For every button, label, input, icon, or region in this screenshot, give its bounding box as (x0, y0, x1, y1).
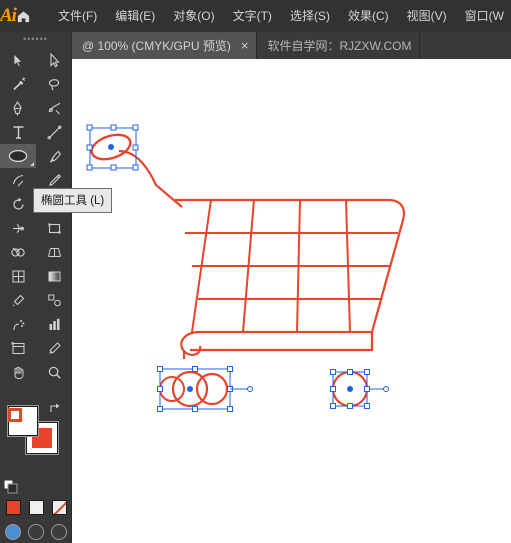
stroke-color[interactable] (8, 408, 22, 422)
shopping-cart-artwork (86, 124, 405, 412)
tab-secondary-document[interactable]: 软件自学网：RJZXW.COM (257, 32, 421, 59)
menu-item-object[interactable]: 对象(O) (164, 0, 223, 32)
document-tab-bar: @ 100% (CMYK/GPU 预览) × 软件自学网：RJZXW.COM (0, 32, 511, 59)
shape-builder-tool[interactable] (0, 240, 36, 264)
rotate-tool[interactable] (0, 192, 36, 216)
free-transform-tool[interactable] (36, 216, 72, 240)
menu-item-window[interactable]: 窗口(W (456, 0, 511, 32)
type-tool[interactable] (0, 120, 36, 144)
paintbrush-tool[interactable] (36, 144, 72, 168)
blend-tool[interactable] (36, 288, 72, 312)
selection-tool[interactable] (0, 48, 36, 72)
menu-item-effect[interactable]: 效果(C) (339, 0, 398, 32)
hand-tool[interactable] (0, 360, 36, 384)
tool-grid (0, 46, 71, 384)
gradient-tool[interactable] (36, 264, 72, 288)
color-controls (0, 400, 72, 500)
tool-tooltip: 椭圆工具 (L) (33, 188, 113, 213)
tools-panel: •••••• (0, 32, 72, 543)
menu-item-select[interactable]: 选择(S) (281, 0, 339, 32)
magic-wand-tool[interactable] (0, 72, 36, 96)
artboard-tool[interactable] (0, 336, 36, 360)
illustrator-window: Ai 文件(F) 编辑(E) 对象(O) 文字(T) 选择(S) 效果(C) 视… (0, 0, 511, 543)
artboard-canvas[interactable] (72, 59, 511, 543)
selected-wheels (157, 366, 389, 412)
lasso-tool[interactable] (36, 72, 72, 96)
color-mode-gradient[interactable] (28, 499, 44, 515)
app-logo: Ai (0, 0, 17, 32)
selected-ellipse-path (86, 124, 139, 171)
mesh-tool[interactable] (0, 264, 36, 288)
color-mode-solid[interactable] (5, 499, 21, 515)
zoom-tool[interactable] (36, 360, 72, 384)
direct-selection-tool[interactable] (36, 48, 72, 72)
width-tool[interactable] (0, 216, 36, 240)
column-graph-tool[interactable] (36, 312, 72, 336)
draw-normal-icon[interactable] (5, 524, 21, 540)
draw-inside-icon[interactable] (51, 524, 67, 540)
swap-fill-stroke-icon[interactable] (49, 402, 62, 418)
line-segment-tool[interactable] (36, 120, 72, 144)
menu-bar: Ai 文件(F) 编辑(E) 对象(O) 文字(T) 选择(S) 效果(C) 视… (0, 0, 511, 32)
menu-item-type[interactable]: 文字(T) (224, 0, 281, 32)
slice-tool[interactable] (36, 336, 72, 360)
symbol-sprayer-tool[interactable] (0, 312, 36, 336)
tab-label: 软件自学网：RJZXW.COM (267, 39, 412, 53)
panel-drag-handle[interactable]: •••••• (0, 32, 71, 46)
curvature-tool[interactable] (36, 96, 72, 120)
tab-active-document[interactable]: @ 100% (CMYK/GPU 预览) × (72, 32, 258, 59)
menu-item-edit[interactable]: 编辑(E) (106, 0, 164, 32)
perspective-grid-tool[interactable] (36, 240, 72, 264)
shaper-tool[interactable] (0, 168, 36, 192)
drawing-mode-row (0, 520, 72, 543)
draw-behind-icon[interactable] (28, 524, 44, 540)
default-fill-stroke-icon[interactable] (3, 479, 18, 494)
menu-items: 文件(F) 编辑(E) 对象(O) 文字(T) 选择(S) 效果(C) 视图(V… (49, 0, 511, 32)
ellipse-tool[interactable] (0, 144, 36, 168)
eyedropper-tool[interactable] (0, 288, 36, 312)
tab-label: @ 100% (CMYK/GPU 预览) (82, 39, 231, 53)
color-mode-row (0, 494, 72, 520)
menu-item-file[interactable]: 文件(F) (49, 0, 106, 32)
pen-tool[interactable] (0, 96, 36, 120)
color-mode-none[interactable] (51, 499, 67, 515)
home-icon[interactable] (16, 0, 31, 32)
close-icon[interactable]: × (241, 39, 249, 52)
menu-item-view[interactable]: 视图(V) (398, 0, 456, 32)
